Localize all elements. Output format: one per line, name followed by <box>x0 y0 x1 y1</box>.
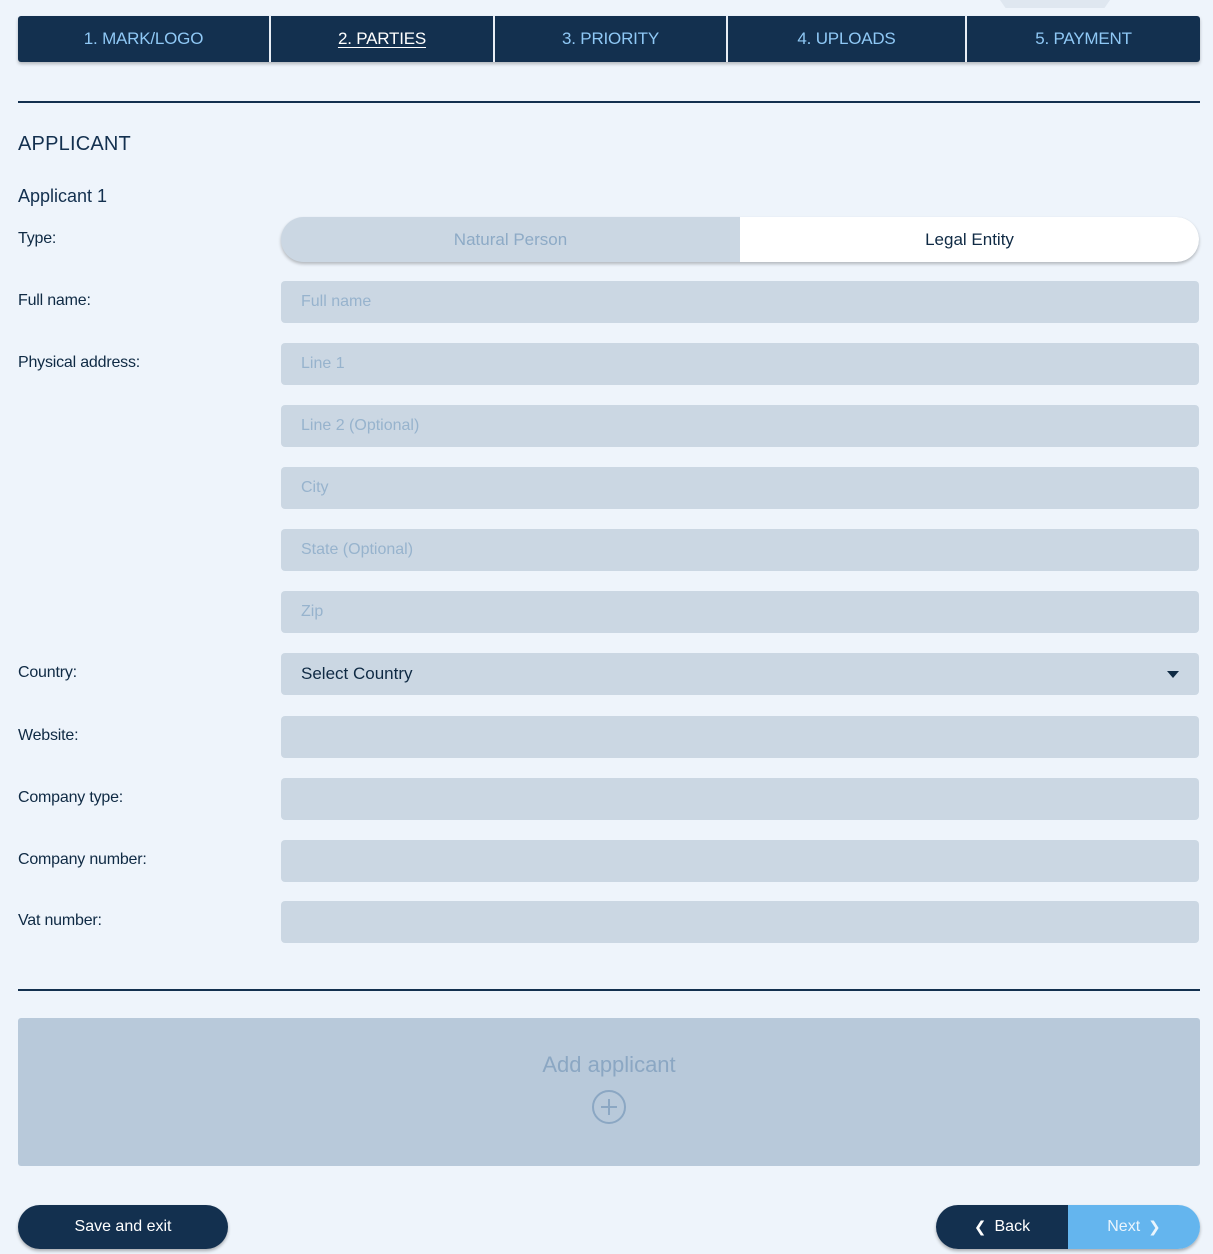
next-button[interactable]: Next ❯ <box>1068 1205 1200 1249</box>
zip-input[interactable] <box>281 591 1199 633</box>
back-button-label: Back <box>994 1218 1031 1235</box>
step-uploads[interactable]: 4. UPLOADS <box>728 16 967 62</box>
physical-address-label: Physical address: <box>18 354 140 371</box>
bottom-divider <box>18 989 1200 991</box>
type-option-natural-person[interactable]: Natural Person <box>281 217 740 262</box>
website-input[interactable] <box>281 716 1199 758</box>
step-mark-logo[interactable]: 1. MARK/LOGO <box>18 16 271 62</box>
back-next-group: ❮ Back Next ❯ <box>936 1205 1200 1249</box>
plus-circle-icon <box>592 1090 626 1124</box>
type-toggle: Natural Person Legal Entity <box>281 217 1199 262</box>
type-label: Type: <box>18 230 57 247</box>
country-label: Country: <box>18 664 77 681</box>
full-name-input[interactable] <box>281 281 1199 323</box>
section-title: APPLICANT <box>18 133 131 155</box>
applicant-heading: Applicant 1 <box>18 186 108 206</box>
company-number-label: Company number: <box>18 851 147 868</box>
save-and-exit-button[interactable]: Save and exit <box>18 1205 228 1249</box>
company-number-input[interactable] <box>281 840 1199 882</box>
vat-number-label: Vat number: <box>18 912 102 929</box>
type-option-legal-entity[interactable]: Legal Entity <box>740 217 1199 262</box>
company-type-input[interactable] <box>281 778 1199 820</box>
vat-number-input[interactable] <box>281 901 1199 943</box>
decorative-tab-shape <box>1000 0 1110 8</box>
full-name-label: Full name: <box>18 292 91 309</box>
state-input[interactable] <box>281 529 1199 571</box>
address-line2-input[interactable] <box>281 405 1199 447</box>
city-input[interactable] <box>281 467 1199 509</box>
country-select[interactable]: Select Country <box>281 653 1199 695</box>
step-navigation: 1. MARK/LOGO 2. PARTIES 3. PRIORITY 4. U… <box>18 16 1200 62</box>
next-button-label: Next <box>1107 1218 1141 1235</box>
chevron-right-icon: ❯ <box>1148 1219 1161 1236</box>
add-applicant-label: Add applicant <box>542 1052 676 1077</box>
step-parties[interactable]: 2. PARTIES <box>271 16 495 62</box>
website-label: Website: <box>18 727 79 744</box>
country-select-value: Select Country <box>301 664 413 683</box>
add-applicant-button[interactable]: Add applicant <box>18 1018 1200 1166</box>
address-line1-input[interactable] <box>281 343 1199 385</box>
top-divider <box>18 101 1200 103</box>
step-payment[interactable]: 5. PAYMENT <box>967 16 1200 62</box>
back-button[interactable]: ❮ Back <box>936 1205 1068 1249</box>
step-priority[interactable]: 3. PRIORITY <box>495 16 728 62</box>
chevron-left-icon: ❮ <box>973 1219 987 1236</box>
caret-down-icon <box>1167 670 1179 678</box>
company-type-label: Company type: <box>18 789 124 806</box>
